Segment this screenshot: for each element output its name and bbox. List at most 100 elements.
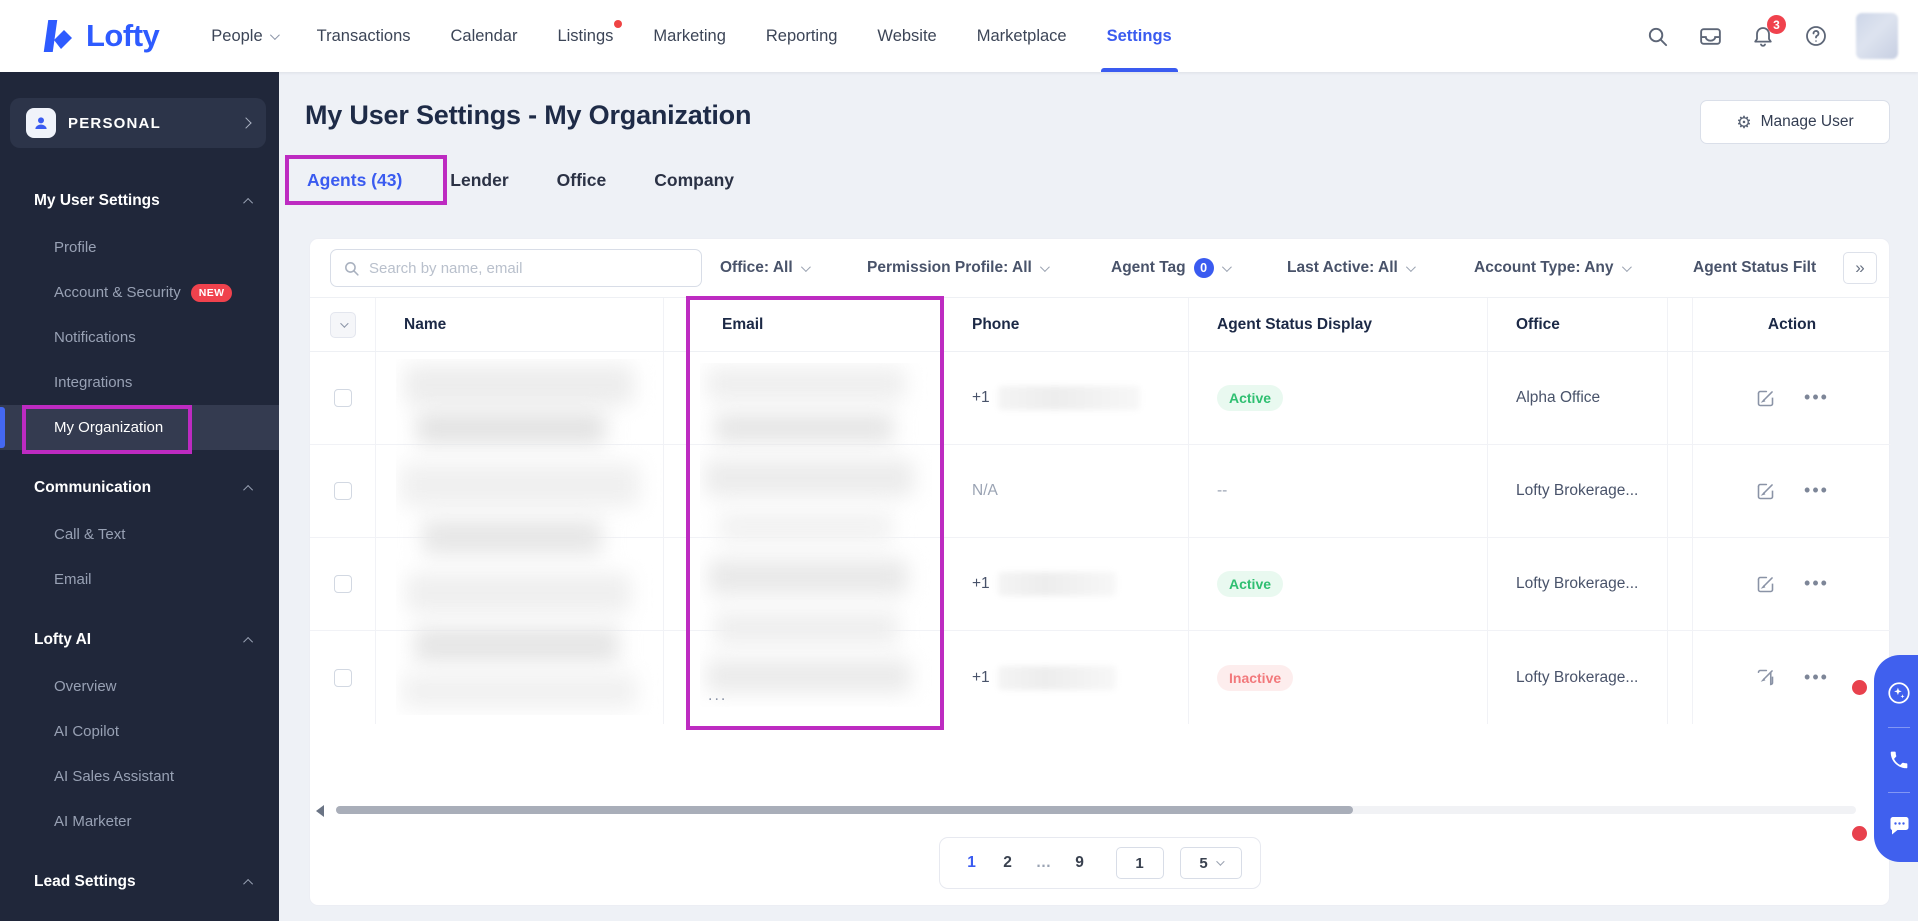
- sidebar-item-label: AI Marketer: [54, 813, 132, 830]
- nav-reporting-label: Reporting: [765, 26, 838, 45]
- sidebar-item-integrations[interactable]: Integrations: [0, 360, 279, 405]
- column-header-office: Office: [1488, 298, 1668, 351]
- page-jump-input[interactable]: [1115, 847, 1164, 879]
- more-actions-icon[interactable]: •••: [1804, 668, 1829, 686]
- floating-action-widget: [1874, 655, 1918, 862]
- top-nav-actions: 3: [1644, 13, 1898, 59]
- cell-name-redacted: [376, 631, 664, 724]
- nav-website[interactable]: Website: [877, 0, 936, 72]
- status-badge: Active: [1217, 571, 1284, 597]
- tab-office[interactable]: Office: [555, 160, 609, 201]
- edit-icon[interactable]: [1755, 574, 1776, 595]
- inbox-icon[interactable]: [1697, 23, 1723, 49]
- sidebar-item-email[interactable]: Email: [0, 557, 279, 602]
- column-spacer: [1668, 298, 1693, 351]
- phone-redacted: [997, 665, 1116, 690]
- org-switcher-button[interactable]: PERSONAL: [10, 98, 266, 148]
- sidebar-item-call-text[interactable]: Call & Text: [0, 512, 279, 557]
- gear-icon: ⚙: [1736, 112, 1752, 132]
- page-button-1[interactable]: 1: [958, 848, 986, 878]
- sidebar-item-label: Integrations: [54, 374, 133, 391]
- tab-company[interactable]: Company: [652, 160, 736, 201]
- edit-icon[interactable]: [1755, 481, 1776, 502]
- chat-icon[interactable]: [1887, 814, 1911, 838]
- user-avatar[interactable]: [1856, 13, 1898, 59]
- row-checkbox[interactable]: [333, 668, 352, 687]
- edit-icon[interactable]: [1755, 388, 1776, 409]
- search-icon[interactable]: [1644, 23, 1670, 49]
- sidebar-item-overview[interactable]: Overview: [0, 664, 279, 709]
- horizontal-scrollbar-thumb[interactable]: [336, 806, 1353, 814]
- tab-lender[interactable]: Lender: [448, 160, 510, 201]
- sidebar-item-my-organization[interactable]: My Organization: [0, 405, 279, 450]
- email-ellipsis: ...: [708, 687, 728, 704]
- sidebar-item-label: Email: [54, 571, 92, 588]
- nav-transactions[interactable]: Transactions: [317, 0, 411, 72]
- nav-listings[interactable]: Listings: [557, 0, 623, 72]
- cell-status: Active: [1189, 352, 1488, 444]
- edit-icon[interactable]: [1755, 667, 1776, 688]
- cell-office: Alpha Office: [1488, 352, 1668, 444]
- more-actions-icon[interactable]: •••: [1804, 388, 1829, 406]
- nav-marketplace[interactable]: Marketplace: [977, 0, 1067, 72]
- filter-account-type[interactable]: Account Type: Any: [1474, 239, 1632, 297]
- sidebar-item-ai-copilot[interactable]: AI Copilot: [0, 709, 279, 754]
- sidebar-item-label: Profile: [54, 239, 97, 256]
- lofty-logo[interactable]: Lofty: [42, 18, 160, 54]
- expand-filters-button[interactable]: »: [1843, 252, 1877, 284]
- search-input[interactable]: [369, 259, 689, 277]
- sidebar-item-profile[interactable]: Profile: [0, 225, 279, 270]
- nav-calendar[interactable]: Calendar: [451, 0, 518, 72]
- cell-office: Lofty Brokerage...: [1488, 631, 1668, 724]
- cell-action: •••: [1693, 538, 1891, 630]
- column-header-name: Name: [376, 298, 664, 351]
- page-button-9[interactable]: 9: [1066, 848, 1094, 878]
- sidebar-section-lead-settings[interactable]: Lead Settings: [0, 858, 279, 906]
- row-checkbox[interactable]: [333, 389, 352, 407]
- tab-agents[interactable]: Agents (43): [305, 160, 404, 201]
- nav-marketing[interactable]: Marketing: [653, 0, 725, 72]
- divider: [1888, 726, 1910, 728]
- horizontal-scrollbar-track[interactable]: [336, 806, 1856, 814]
- sidebar-item-ai-marketer[interactable]: AI Marketer: [0, 799, 279, 844]
- sidebar-section-my-user-settings[interactable]: My User Settings: [0, 177, 279, 225]
- filter-last-active[interactable]: Last Active: All: [1287, 239, 1416, 297]
- page-title: My User Settings - My Organization: [305, 100, 752, 130]
- agent-tag-count-badge: 0: [1193, 258, 1214, 278]
- nav-reporting[interactable]: Reporting: [766, 0, 838, 72]
- manage-user-label: Manage User: [1760, 113, 1854, 130]
- sidebar-item-account-security[interactable]: Account & Security NEW: [0, 270, 279, 315]
- filter-office[interactable]: Office: All: [720, 239, 811, 297]
- sidebar-section-communication[interactable]: Communication: [0, 464, 279, 512]
- more-actions-icon[interactable]: •••: [1804, 481, 1829, 499]
- cell-office: Lofty Brokerage...: [1488, 538, 1668, 630]
- agent-search[interactable]: [330, 249, 702, 287]
- nav-website-label: Website: [877, 26, 937, 45]
- filter-agent-tag[interactable]: Agent Tag 0: [1111, 239, 1232, 297]
- sidebar-item-ai-sales-assistant[interactable]: AI Sales Assistant: [0, 754, 279, 799]
- phone-prefix: +1: [972, 668, 990, 686]
- page-button-2[interactable]: 2: [994, 848, 1022, 878]
- row-checkbox[interactable]: [333, 482, 352, 500]
- lofty-app: Lofty People Transactions Calendar Listi…: [0, 0, 1918, 921]
- org-label: PERSONAL: [68, 114, 161, 132]
- filter-agent-status[interactable]: Agent Status Filt: [1693, 239, 1821, 297]
- sidebar-section-lofty-ai[interactable]: Lofty AI: [0, 616, 279, 664]
- row-checkbox[interactable]: [333, 575, 352, 593]
- select-all-dropdown[interactable]: [329, 311, 356, 338]
- phone-call-icon[interactable]: [1888, 749, 1910, 771]
- ai-assistant-icon[interactable]: [1886, 680, 1912, 706]
- sidebar-item-label: My Organization: [54, 419, 164, 436]
- page-size-select[interactable]: 5: [1179, 847, 1242, 879]
- more-actions-icon[interactable]: •••: [1804, 574, 1829, 592]
- scroll-left-arrow-icon[interactable]: [316, 805, 324, 817]
- cell-email-redacted: [664, 538, 944, 630]
- help-icon[interactable]: [1803, 23, 1829, 49]
- sidebar-item-notifications[interactable]: Notifications: [0, 315, 279, 360]
- manage-user-button[interactable]: ⚙ Manage User: [1700, 100, 1890, 144]
- filter-permission-profile[interactable]: Permission Profile: All: [867, 239, 1050, 297]
- nav-people[interactable]: People: [211, 0, 280, 72]
- notifications-bell-icon[interactable]: 3: [1750, 15, 1786, 49]
- widget-notification-dot: [1852, 826, 1867, 841]
- nav-settings[interactable]: Settings: [1100, 0, 1178, 72]
